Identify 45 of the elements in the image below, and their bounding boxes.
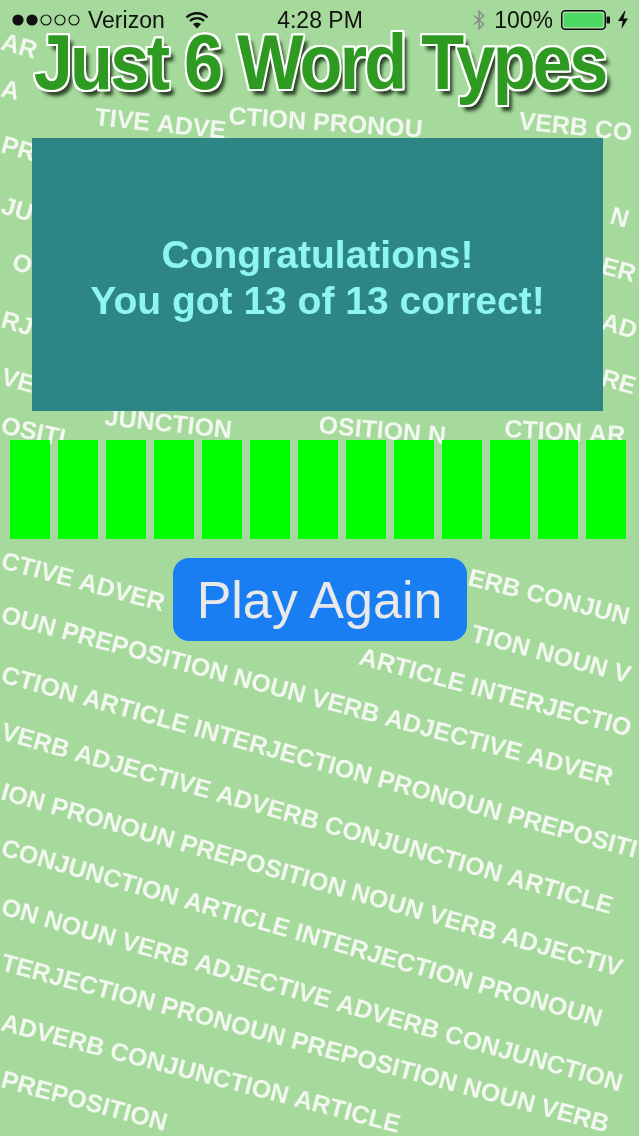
background-word: TION — [469, 623, 533, 657]
background-word: O — [10, 251, 35, 275]
battery-percentage: 100% — [494, 9, 553, 31]
wifi-icon — [184, 11, 209, 29]
background-word: JUNCTION — [103, 407, 233, 439]
background-word: ARTICLE — [293, 1088, 403, 1133]
background-word: ADVERB — [0, 1012, 107, 1057]
background-word: ERB — [466, 567, 523, 598]
background-word: PRONOU — [312, 111, 424, 138]
background-word: VERB — [517, 111, 589, 137]
background-word: NOUN — [42, 908, 119, 947]
background-word: NOUN — [349, 882, 426, 920]
background-word: ION — [0, 781, 48, 812]
signal-strength-icon — [12, 14, 80, 26]
battery-icon — [561, 10, 610, 30]
background-word: CTION — [503, 419, 583, 442]
background-word: RJ — [0, 309, 36, 336]
background-word: VE — [0, 366, 37, 394]
status-time: 4:28 PM — [277, 9, 363, 31]
bluetooth-icon — [472, 9, 487, 31]
background-word: OUN — [0, 604, 59, 637]
result-message: Congratulations! You got 13 of 13 correct! — [90, 231, 545, 324]
background-word: ER — [599, 255, 639, 283]
background-word: RE — [599, 367, 639, 395]
background-word: ADVER — [526, 745, 616, 786]
background-word: CO — [593, 119, 634, 141]
background-word: CTIVE — [0, 550, 76, 587]
background-word: AD — [599, 311, 639, 339]
lightning-bolt-icon — [618, 11, 628, 29]
background-word: CTION — [227, 106, 307, 130]
background-word: ADVERB — [214, 783, 322, 830]
background-word: CONJUN — [524, 581, 632, 625]
background-word: ADVER — [77, 571, 167, 612]
background-word: NOUN — [232, 666, 308, 704]
background-word: VERB — [539, 1097, 612, 1133]
background-word: A — [0, 78, 22, 101]
background-word: NOUN — [534, 640, 610, 678]
background-word: JU — [0, 195, 36, 222]
background-word: AR — [0, 31, 40, 59]
background-word: VERB — [0, 721, 72, 759]
background-word: TIVE — [93, 107, 152, 131]
background-word: OSITION — [317, 415, 422, 442]
background-word: N — [608, 205, 632, 228]
carrier-name: Verizon — [88, 9, 165, 31]
background-word: ADVE — [156, 113, 228, 139]
